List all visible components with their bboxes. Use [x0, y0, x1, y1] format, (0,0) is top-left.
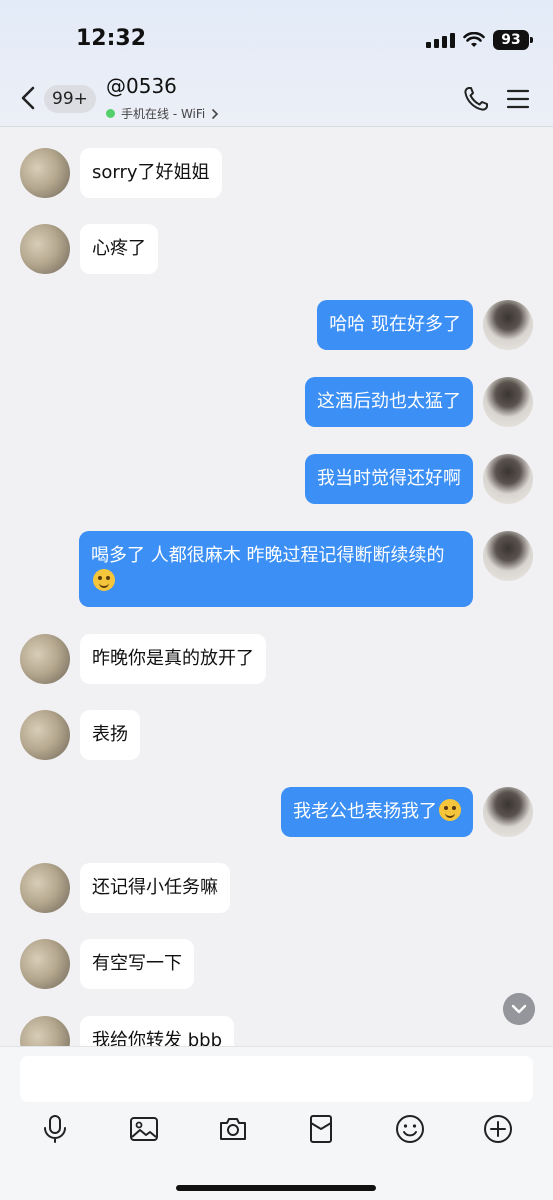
message-row: 心疼了: [20, 224, 158, 274]
message-row: 我给你转发 bbb: [20, 1016, 234, 1046]
message-bubble[interactable]: 表扬: [80, 710, 140, 760]
message-bubble[interactable]: 心疼了: [80, 224, 158, 274]
contact-avatar[interactable]: [20, 634, 70, 684]
message-text: 我老公也表扬我了: [293, 801, 437, 822]
contact-avatar[interactable]: [20, 224, 70, 274]
wifi-icon: [463, 32, 485, 47]
shy-emoji-icon: [439, 799, 461, 821]
cellular-signal-icon: [426, 32, 455, 48]
online-status[interactable]: 手机在线 - WiFi: [106, 105, 219, 122]
scroll-to-bottom-button[interactable]: [503, 993, 535, 1025]
message-input[interactable]: [20, 1056, 533, 1102]
message-bubble[interactable]: 有空写一下: [80, 939, 194, 989]
message-bubble[interactable]: 我当时觉得还好啊: [305, 454, 473, 504]
image-icon[interactable]: [128, 1113, 160, 1145]
unread-count-badge[interactable]: 99+: [44, 85, 96, 113]
message-bubble[interactable]: 我老公也表扬我了: [281, 787, 473, 837]
message-row: 喝多了 人都很麻木 昨晚过程记得断断续续的: [79, 531, 533, 607]
contact-avatar[interactable]: [20, 863, 70, 913]
chevron-right-icon: [212, 108, 219, 119]
message-bubble[interactable]: 我给你转发 bbb: [80, 1016, 234, 1046]
contact-avatar[interactable]: [20, 710, 70, 760]
message-bubble[interactable]: 昨晚你是真的放开了: [80, 634, 266, 684]
message-bubble[interactable]: sorry了好姐姐: [80, 148, 222, 198]
emoji-icon[interactable]: [394, 1113, 426, 1145]
contact-name[interactable]: @0536: [106, 74, 177, 98]
message-row: 有空写一下: [20, 939, 194, 989]
message-bubble[interactable]: 喝多了 人都很麻木 昨晚过程记得断断续续的: [79, 531, 473, 607]
message-row: sorry了好姐姐: [20, 148, 222, 198]
microphone-icon[interactable]: [39, 1113, 71, 1145]
message-text: 喝多了 人都很麻木 昨晚过程记得断断续续的: [91, 545, 445, 566]
message-row: 表扬: [20, 710, 140, 760]
menu-icon[interactable]: [505, 86, 531, 112]
plus-icon[interactable]: [482, 1113, 514, 1145]
camera-icon[interactable]: [217, 1113, 249, 1145]
message-bubble[interactable]: 还记得小任务嘛: [80, 863, 230, 913]
laughing-emoji-icon: [93, 569, 115, 591]
status-indicators: 93: [426, 30, 533, 50]
message-bubble[interactable]: 哈哈 现在好多了: [317, 300, 473, 350]
battery-indicator: 93: [493, 30, 533, 50]
red-packet-icon[interactable]: [305, 1113, 337, 1145]
home-indicator: [176, 1185, 376, 1191]
my-avatar[interactable]: [483, 300, 533, 350]
chat-messages[interactable]: sorry了好姐姐 心疼了 哈哈 现在好多了 这酒后劲也太猛了 我当时觉得还好啊…: [0, 128, 553, 1046]
message-row: 昨晚你是真的放开了: [20, 634, 266, 684]
online-status-text: 手机在线 - WiFi: [121, 107, 206, 121]
message-row: 我老公也表扬我了: [281, 787, 533, 837]
message-row: 哈哈 现在好多了: [317, 300, 533, 350]
contact-avatar[interactable]: [20, 148, 70, 198]
message-row: 这酒后劲也太猛了: [305, 377, 533, 427]
message-row: 还记得小任务嘛: [20, 863, 230, 913]
message-bubble[interactable]: 这酒后劲也太猛了: [305, 377, 473, 427]
my-avatar[interactable]: [483, 454, 533, 504]
contact-avatar[interactable]: [20, 1016, 70, 1046]
my-avatar[interactable]: [483, 531, 533, 581]
back-chevron-icon[interactable]: [14, 84, 42, 112]
phone-call-icon[interactable]: [461, 84, 491, 114]
status-time: 12:32: [76, 26, 147, 51]
message-row: 我当时觉得还好啊: [305, 454, 533, 504]
my-avatar[interactable]: [483, 787, 533, 837]
online-dot-icon: [106, 109, 115, 118]
contact-avatar[interactable]: [20, 939, 70, 989]
my-avatar[interactable]: [483, 377, 533, 427]
